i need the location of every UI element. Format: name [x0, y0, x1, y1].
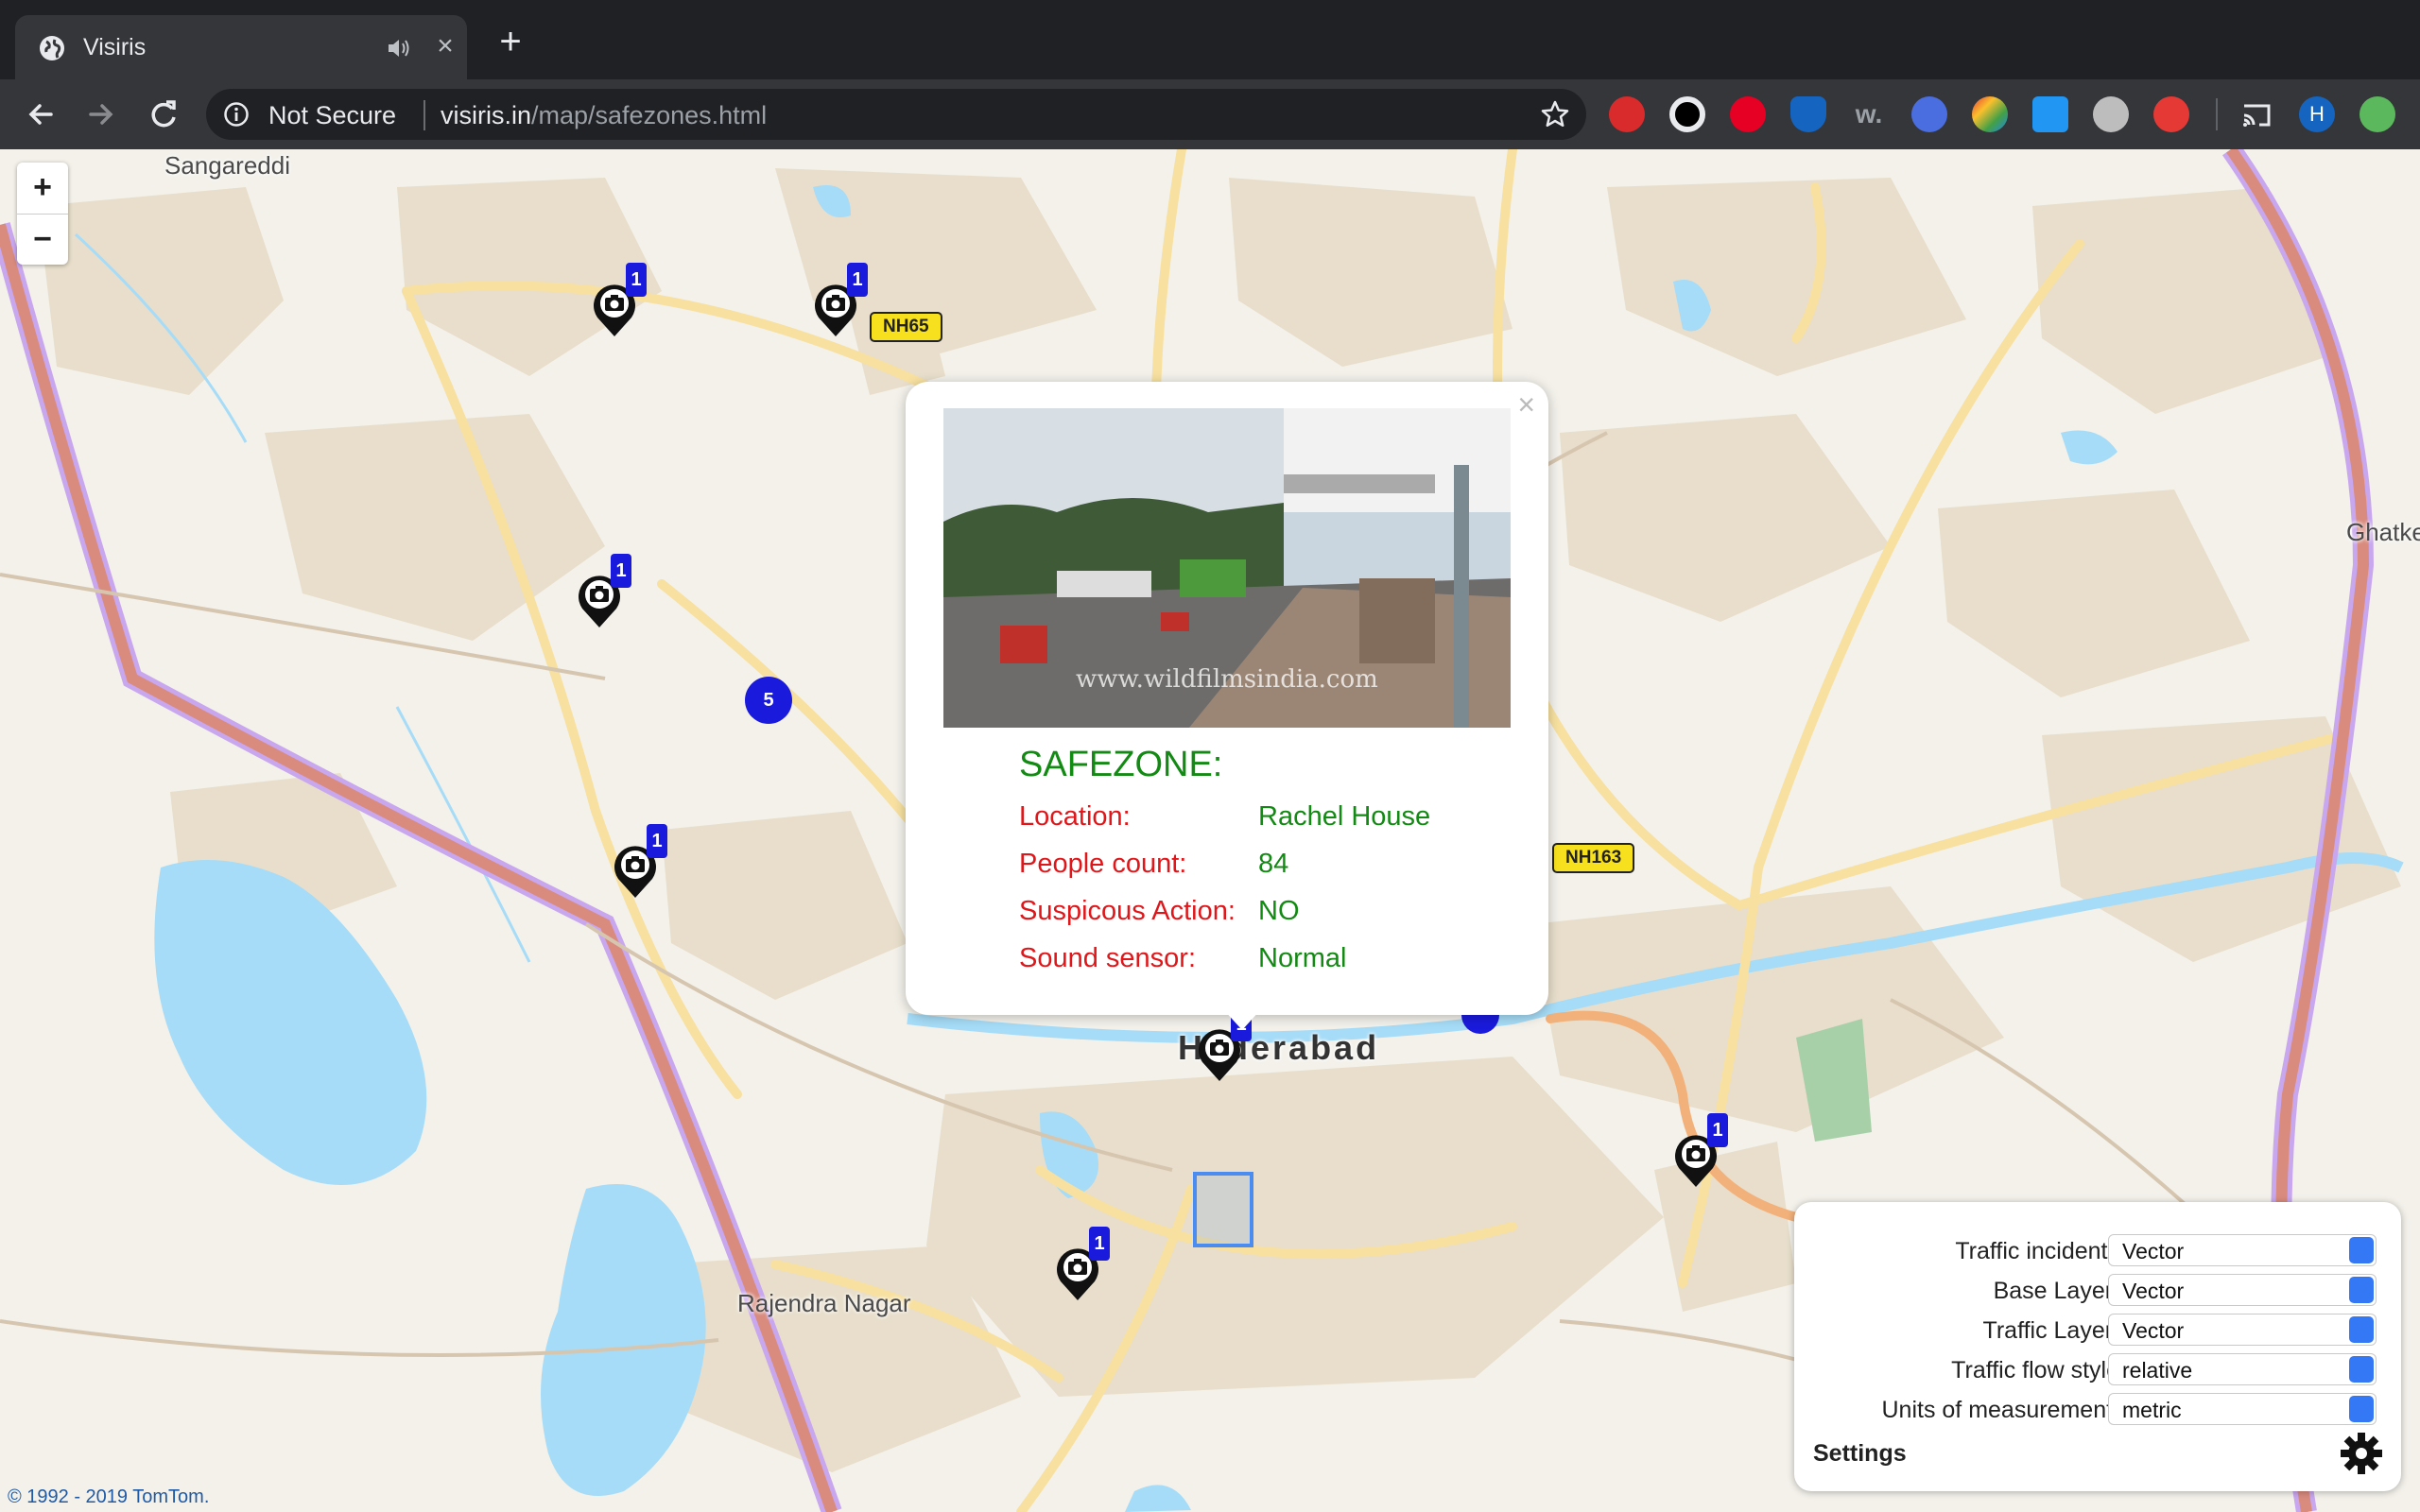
- camera-snapshot: www.wildfilmsindia.com: [943, 408, 1511, 728]
- setting-label: Traffic incidents: [1955, 1238, 2119, 1264]
- setting-units: Units of measurement: metric: [1794, 1393, 2401, 1427]
- field-value: NO: [1258, 896, 1300, 926]
- profile-avatar[interactable]: H: [2299, 96, 2335, 132]
- select-arrows-icon: [2349, 1277, 2374, 1303]
- traffic-flow-style-select[interactable]: relative: [2108, 1353, 2377, 1385]
- rocket-icon[interactable]: [1911, 96, 1947, 132]
- marker-count-badge: 1: [1707, 1113, 1728, 1147]
- select-arrows-icon: [2349, 1356, 2374, 1383]
- url-host: visiris.in: [441, 101, 532, 129]
- highway-shield-nh163: NH163: [1552, 843, 1635, 873]
- field-key: Sound sensor:: [1019, 943, 1197, 973]
- settings-panel: Traffic incidents Vector Base Layer: Vec…: [1794, 1202, 2401, 1491]
- globe-icon: [40, 36, 64, 60]
- address-divider: [424, 100, 425, 130]
- block-extension-icon[interactable]: [2153, 96, 2189, 132]
- place-label-ghatkesar: Ghatke: [2346, 518, 2420, 546]
- popup-heading: SAFEZONE:: [1019, 745, 1223, 784]
- zoom-control: + −: [17, 163, 68, 265]
- address-bar[interactable]: Not Secure visiris.in/map/safezones.html: [206, 89, 1586, 140]
- tab-visiris[interactable]: Visiris ×: [15, 15, 467, 79]
- tab-bar: Visiris × +: [0, 0, 2420, 79]
- popup-close-button[interactable]: ×: [1517, 387, 1535, 422]
- browser-toolbar: Not Secure visiris.in/map/safezones.html…: [0, 79, 2420, 151]
- select-arrows-icon: [2349, 1316, 2374, 1343]
- marker-count-badge: 1: [611, 554, 631, 588]
- traffic-layer-select[interactable]: Vector: [2108, 1314, 2377, 1346]
- setting-label: Traffic Layer:: [1982, 1317, 2120, 1344]
- bookmark-star-icon[interactable]: [1539, 98, 1571, 130]
- url-text[interactable]: visiris.in/map/safezones.html: [441, 101, 767, 130]
- setting-label: Traffic flow style: [1951, 1357, 2119, 1383]
- place-label-sangareddi: Sangareddi: [164, 151, 290, 180]
- settings-title: Settings: [1813, 1440, 1907, 1467]
- gear-icon[interactable]: [2339, 1431, 2384, 1476]
- select-arrows-icon: [2349, 1237, 2374, 1263]
- field-key: People count:: [1019, 849, 1187, 879]
- traffic-incidents-select[interactable]: Vector: [2108, 1234, 2377, 1266]
- zoom-out-button[interactable]: −: [17, 214, 68, 266]
- setting-base-layer: Base Layer: Vector: [1794, 1274, 2401, 1308]
- url-path: /map/safezones.html: [531, 101, 768, 129]
- reload-icon[interactable]: [144, 94, 183, 134]
- marker-cluster[interactable]: 5: [745, 677, 792, 724]
- select-arrows-icon: [2349, 1396, 2374, 1422]
- field-value: Rachel House: [1258, 801, 1431, 832]
- camera-marker[interactable]: 1: [575, 554, 631, 629]
- selected-marker-highlight: [1193, 1172, 1253, 1247]
- tab-close-button[interactable]: ×: [429, 30, 461, 62]
- setting-label: Base Layer:: [1993, 1278, 2119, 1304]
- new-tab-button[interactable]: +: [492, 23, 529, 60]
- setting-traffic-incidents: Traffic incidents Vector: [1794, 1234, 2401, 1268]
- security-label[interactable]: Not Secure: [268, 101, 396, 130]
- camera-marker-selected[interactable]: 1: [1195, 1007, 1252, 1083]
- snapshot-watermark: www.wildfilmsindia.com: [1076, 665, 1378, 694]
- safezone-popup: × www.wildfilmsindia.com SAFEZONE: Locat…: [906, 382, 1548, 1030]
- base-layer-select[interactable]: Vector: [2108, 1274, 2377, 1306]
- pinterest-icon[interactable]: [1730, 96, 1766, 132]
- highway-shield-nh65: NH65: [870, 312, 942, 342]
- speaker-icon[interactable]: [386, 36, 412, 60]
- select-value: Vector: [2122, 1279, 2185, 1303]
- marker-count-badge: 1: [647, 824, 667, 858]
- select-value: relative: [2122, 1358, 2193, 1383]
- cast-icon[interactable]: [2238, 96, 2274, 132]
- shield-extension-icon[interactable]: [1790, 96, 1826, 132]
- extension-stop-icon[interactable]: [1609, 96, 1645, 132]
- camera-marker[interactable]: 1: [1053, 1227, 1110, 1302]
- camera-marker[interactable]: 1: [590, 263, 647, 338]
- camera-marker[interactable]: 1: [811, 263, 868, 338]
- back-arrow-icon[interactable]: [21, 94, 60, 134]
- rainbow-extension-icon[interactable]: [1972, 96, 2008, 132]
- marker-count-badge: 1: [626, 263, 647, 297]
- info-icon[interactable]: [223, 101, 250, 128]
- camera-marker[interactable]: 1: [611, 824, 667, 900]
- units-select[interactable]: metric: [2108, 1393, 2377, 1425]
- zoom-in-button[interactable]: +: [17, 163, 68, 214]
- select-value: Vector: [2122, 1318, 2185, 1343]
- field-key: Location:: [1019, 801, 1131, 832]
- field-value: Normal: [1258, 943, 1347, 973]
- tab-title: Visiris: [83, 34, 147, 60]
- update-icon[interactable]: [2360, 96, 2395, 132]
- forward-arrow-icon[interactable]: [81, 94, 121, 134]
- select-value: metric: [2122, 1398, 2182, 1422]
- marker-count-badge: 1: [847, 263, 868, 297]
- select-value: Vector: [2122, 1239, 2185, 1263]
- extension-circle-icon[interactable]: [1669, 96, 1705, 132]
- map-copyright: © 1992 - 2019 TomTom.: [8, 1486, 210, 1507]
- setting-traffic-layer: Traffic Layer: Vector: [1794, 1314, 2401, 1348]
- setting-traffic-flow-style: Traffic flow style relative: [1794, 1353, 2401, 1387]
- wordtune-icon[interactable]: w.: [1851, 96, 1887, 132]
- place-label-rajendra-nagar: Rajendra Nagar: [737, 1289, 911, 1317]
- popup-pointer: [1223, 1009, 1261, 1030]
- camera-marker[interactable]: 1: [1671, 1113, 1728, 1189]
- toolbar-divider: [2216, 98, 2218, 130]
- marker-count-badge: 1: [1089, 1227, 1110, 1261]
- diamond-icon[interactable]: [2032, 96, 2068, 132]
- field-key: Suspicous Action:: [1019, 896, 1236, 926]
- setting-label: Units of measurement:: [1881, 1397, 2120, 1423]
- field-value: 84: [1258, 849, 1289, 879]
- extension-gray-icon[interactable]: [2093, 96, 2129, 132]
